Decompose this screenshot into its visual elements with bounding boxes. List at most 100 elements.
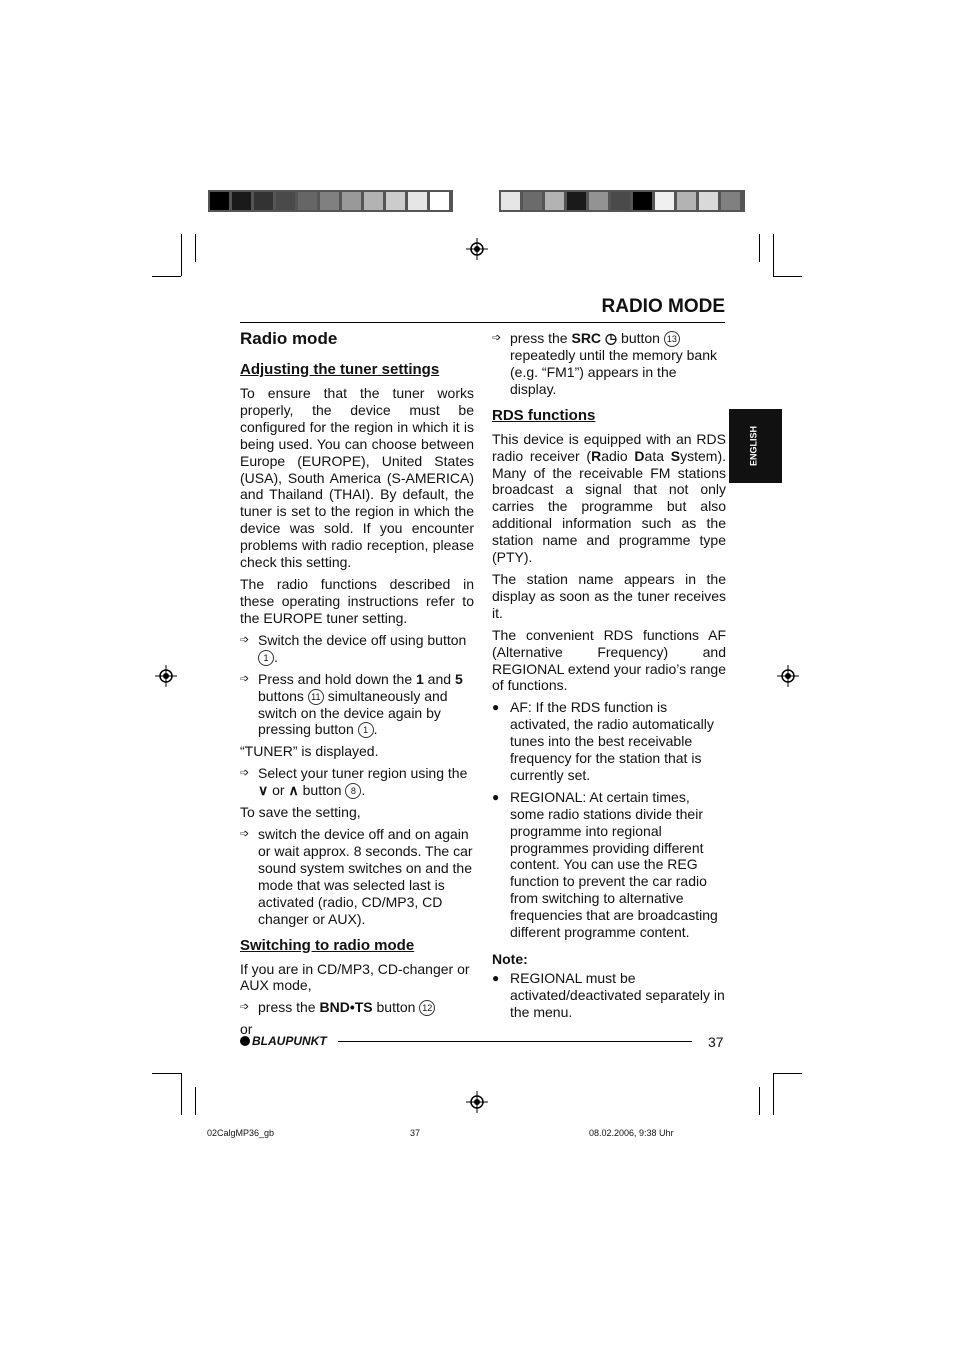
color-swatch bbox=[501, 192, 520, 210]
registration-mark-icon bbox=[466, 238, 488, 260]
crop-mark bbox=[195, 234, 196, 262]
instruction-step: ➩ Press and hold down the 1 and 5 buttons… bbox=[240, 671, 474, 739]
crop-mark bbox=[195, 1087, 196, 1115]
paragraph: To ensure that the tuner works properly,… bbox=[240, 385, 474, 571]
arrow-icon: ➩ bbox=[240, 672, 250, 685]
language-tab-label: ENGLISH bbox=[748, 426, 759, 467]
logo-dot-icon bbox=[240, 1036, 250, 1046]
color-swatch bbox=[655, 192, 674, 210]
color-swatch bbox=[633, 192, 652, 210]
button-number-badge: 8 bbox=[345, 783, 362, 800]
text: Switching to radio mode bbox=[240, 936, 415, 954]
bullet-icon: ● bbox=[492, 700, 500, 715]
registration-mark-icon bbox=[155, 665, 177, 687]
bullet-icon: ● bbox=[492, 970, 500, 985]
bold-text: S bbox=[670, 447, 681, 464]
bullet-item: ● AF: If the RDS function is activated, t… bbox=[492, 699, 726, 784]
crop-mark bbox=[152, 1073, 181, 1074]
text: REGIONAL: At certain times, some radio s… bbox=[510, 788, 718, 941]
bold-text: ∨ bbox=[258, 782, 269, 799]
text: Select your tuner region using the bbox=[258, 765, 468, 782]
color-swatch bbox=[298, 192, 317, 210]
text: To save the setting, bbox=[240, 804, 361, 821]
text: press the bbox=[510, 330, 572, 346]
instruction-step: ➩ press the SRC ◷ button 13 repeatedly un… bbox=[492, 330, 726, 398]
crop-mark bbox=[773, 1073, 774, 1115]
text: . bbox=[373, 721, 378, 738]
button-number-badge: 13 bbox=[663, 331, 680, 347]
arrow-icon: ➩ bbox=[492, 332, 502, 344]
slug-filename: 02CalgMP36_gb bbox=[207, 1128, 275, 1138]
text: Switch the device off using button bbox=[258, 631, 467, 648]
text: . bbox=[274, 648, 278, 665]
button-number-badge: 12 bbox=[419, 1000, 436, 1017]
color-swatch bbox=[699, 192, 718, 210]
arrow-icon: ➩ bbox=[240, 828, 250, 841]
slug-page: 37 bbox=[410, 1128, 421, 1138]
paragraph: The radio functions described in these o… bbox=[240, 576, 474, 627]
color-swatch bbox=[523, 192, 542, 210]
bold-text: D bbox=[634, 447, 645, 464]
page-header-title: RADIO MODE bbox=[601, 296, 726, 317]
bullet-item: ● REGIONAL must be activated/deactivated … bbox=[492, 970, 726, 1021]
paragraph: “TUNER” is displayed. bbox=[240, 743, 474, 760]
color-swatch bbox=[254, 192, 273, 210]
subsection-heading: Adjusting the tuner settings bbox=[240, 360, 474, 380]
subsection-heading: Switching to radio mode bbox=[240, 936, 474, 956]
text: press the bbox=[258, 999, 320, 1016]
arrow-icon: ➩ bbox=[240, 1001, 250, 1014]
slug-date: 08.02.2006, 9:38 Uhr bbox=[589, 1128, 674, 1138]
text: switch the device off and on again or wa… bbox=[258, 826, 473, 927]
text: AF: If the RDS function is activated, th… bbox=[510, 699, 714, 783]
instruction-step: ➩ switch the device off and on again or w… bbox=[240, 826, 474, 927]
subsection-heading: RDS functions bbox=[492, 406, 726, 426]
paragraph: This device is equipped with an RDS radi… bbox=[492, 431, 726, 566]
text: If you are in CD/MP3, CD-changer or AUX … bbox=[240, 960, 470, 994]
crop-mark bbox=[773, 276, 802, 277]
bold-text: 1 bbox=[416, 670, 424, 687]
text: To ensure that the tuner works properly,… bbox=[240, 385, 474, 571]
crop-mark bbox=[152, 276, 181, 277]
section-heading: Radio mode bbox=[240, 328, 474, 350]
text: REGIONAL must be activated/deactivated s… bbox=[510, 969, 725, 1020]
crop-mark bbox=[759, 234, 760, 262]
color-calibration-bar-right bbox=[499, 190, 745, 212]
instruction-step: ➩ Switch the device off using button 1. bbox=[240, 632, 474, 666]
registration-mark-icon bbox=[466, 1091, 488, 1113]
text: Radio mode bbox=[240, 329, 338, 348]
crop-mark bbox=[773, 1073, 802, 1074]
color-swatch bbox=[232, 192, 251, 210]
bold-text: BND•TS bbox=[319, 999, 373, 1016]
crop-mark bbox=[181, 234, 182, 276]
color-swatch bbox=[276, 192, 295, 210]
paragraph: To save the setting, bbox=[240, 804, 474, 821]
text: The convenient RDS functions AF (Alterna… bbox=[492, 626, 726, 694]
text: button bbox=[372, 999, 420, 1016]
page-number: 37 bbox=[708, 1034, 724, 1050]
header-rule bbox=[240, 322, 725, 323]
crop-mark bbox=[773, 234, 774, 276]
manual-page: RADIO MODE Radio mode Adjusting the tuner… bbox=[0, 0, 954, 1351]
text: ystem). Many of the receivable FM statio… bbox=[492, 447, 726, 566]
brand-logo: BLAUPUNKT bbox=[240, 1034, 327, 1048]
text: and bbox=[423, 670, 455, 687]
text: . bbox=[361, 782, 366, 799]
color-swatch bbox=[342, 192, 361, 210]
text: “TUNER” is displayed. bbox=[240, 743, 379, 760]
note-label: Note: bbox=[492, 951, 726, 968]
bold-text: 5 bbox=[454, 670, 463, 687]
button-number-badge: 11 bbox=[307, 688, 324, 705]
crop-mark bbox=[181, 1073, 182, 1115]
text: button bbox=[617, 330, 664, 346]
language-tab: ENGLISH bbox=[729, 409, 782, 483]
registration-mark-icon bbox=[777, 665, 799, 687]
color-swatch bbox=[210, 192, 229, 210]
text: button bbox=[298, 782, 346, 799]
bold-text: ∧ bbox=[288, 782, 299, 799]
text: Note: bbox=[492, 951, 528, 967]
bullet-item: ● REGIONAL: At certain times, some radio … bbox=[492, 789, 726, 941]
paragraph: If you are in CD/MP3, CD-changer or AUX … bbox=[240, 961, 474, 995]
arrow-icon: ➩ bbox=[240, 767, 250, 780]
text: Press and hold down the bbox=[258, 670, 416, 687]
button-number-badge: 1 bbox=[357, 722, 374, 739]
